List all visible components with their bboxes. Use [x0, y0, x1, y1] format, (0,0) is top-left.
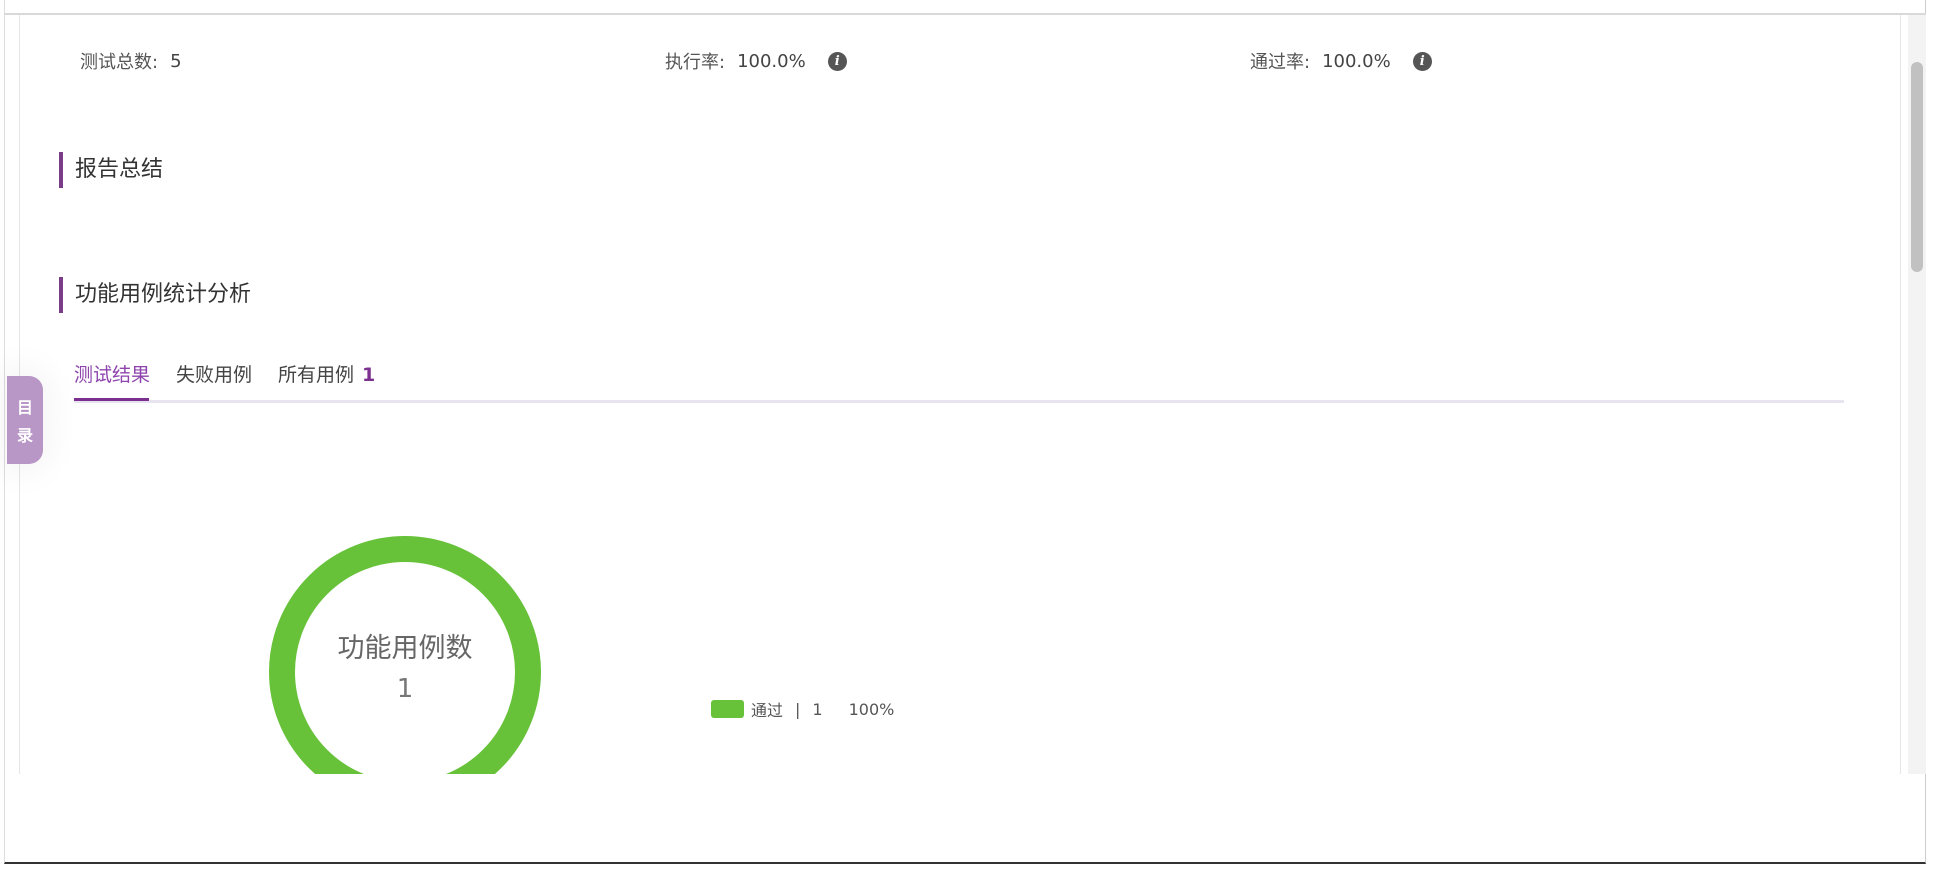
section-title-analysis: 功能用例统计分析: [59, 277, 251, 313]
toc-toggle-button[interactable]: 目 录: [7, 376, 43, 464]
tab-test-results[interactable]: 测试结果: [74, 360, 150, 387]
tab-failed-cases[interactable]: 失败用例: [176, 360, 252, 387]
tab-label: 失败用例: [176, 364, 253, 386]
tab-all-cases[interactable]: 所有用例 1: [278, 360, 375, 387]
stat-total-label: 测试总数:: [80, 52, 159, 73]
stat-pass-value: 100.0%: [1322, 50, 1391, 72]
scrollbar-thumb[interactable]: [1911, 62, 1923, 272]
stat-exec-value: 100.0%: [737, 50, 806, 72]
bottom-blank-area: [19, 774, 1908, 862]
toc-char-2: 录: [16, 426, 33, 445]
active-tab-indicator: [74, 398, 149, 401]
tab-label: 所有用例: [278, 364, 355, 386]
donut-center-title: 功能用例数: [337, 633, 473, 664]
info-icon[interactable]: i: [1412, 51, 1432, 71]
stat-pass-rate: 通过率: 100.0% i: [1250, 48, 1432, 74]
donut-center-value: 1: [396, 674, 414, 704]
tab-bar: 测试结果 失败用例 所有用例 1: [74, 354, 1844, 403]
donut-slice-通过[interactable]: [269, 536, 541, 808]
tab-label: 测试结果: [74, 364, 151, 386]
legend-swatch-pass: [711, 700, 744, 718]
stat-exec-rate: 执行率: 100.0% i: [665, 48, 847, 74]
tab-count-badge: 1: [362, 364, 376, 386]
legend-percent: 100%: [848, 699, 895, 719]
stat-pass-label: 通过率:: [1250, 52, 1311, 73]
legend-name: 通过: [751, 701, 784, 720]
stat-total-value: 5: [170, 50, 182, 72]
section-title-summary: 报告总结: [59, 152, 163, 188]
stat-total: 测试总数: 5: [80, 48, 182, 74]
info-icon[interactable]: i: [827, 51, 847, 71]
donut-chart: 功能用例数 1: [269, 536, 541, 808]
donut-svg: [269, 536, 541, 808]
toc-char-1: 目: [16, 398, 33, 417]
legend-separator: |: [795, 699, 801, 719]
stat-exec-label: 执行率:: [665, 52, 726, 73]
chart-legend[interactable]: 通过 | 1 100%: [711, 697, 894, 721]
legend-value: 1: [812, 699, 823, 719]
